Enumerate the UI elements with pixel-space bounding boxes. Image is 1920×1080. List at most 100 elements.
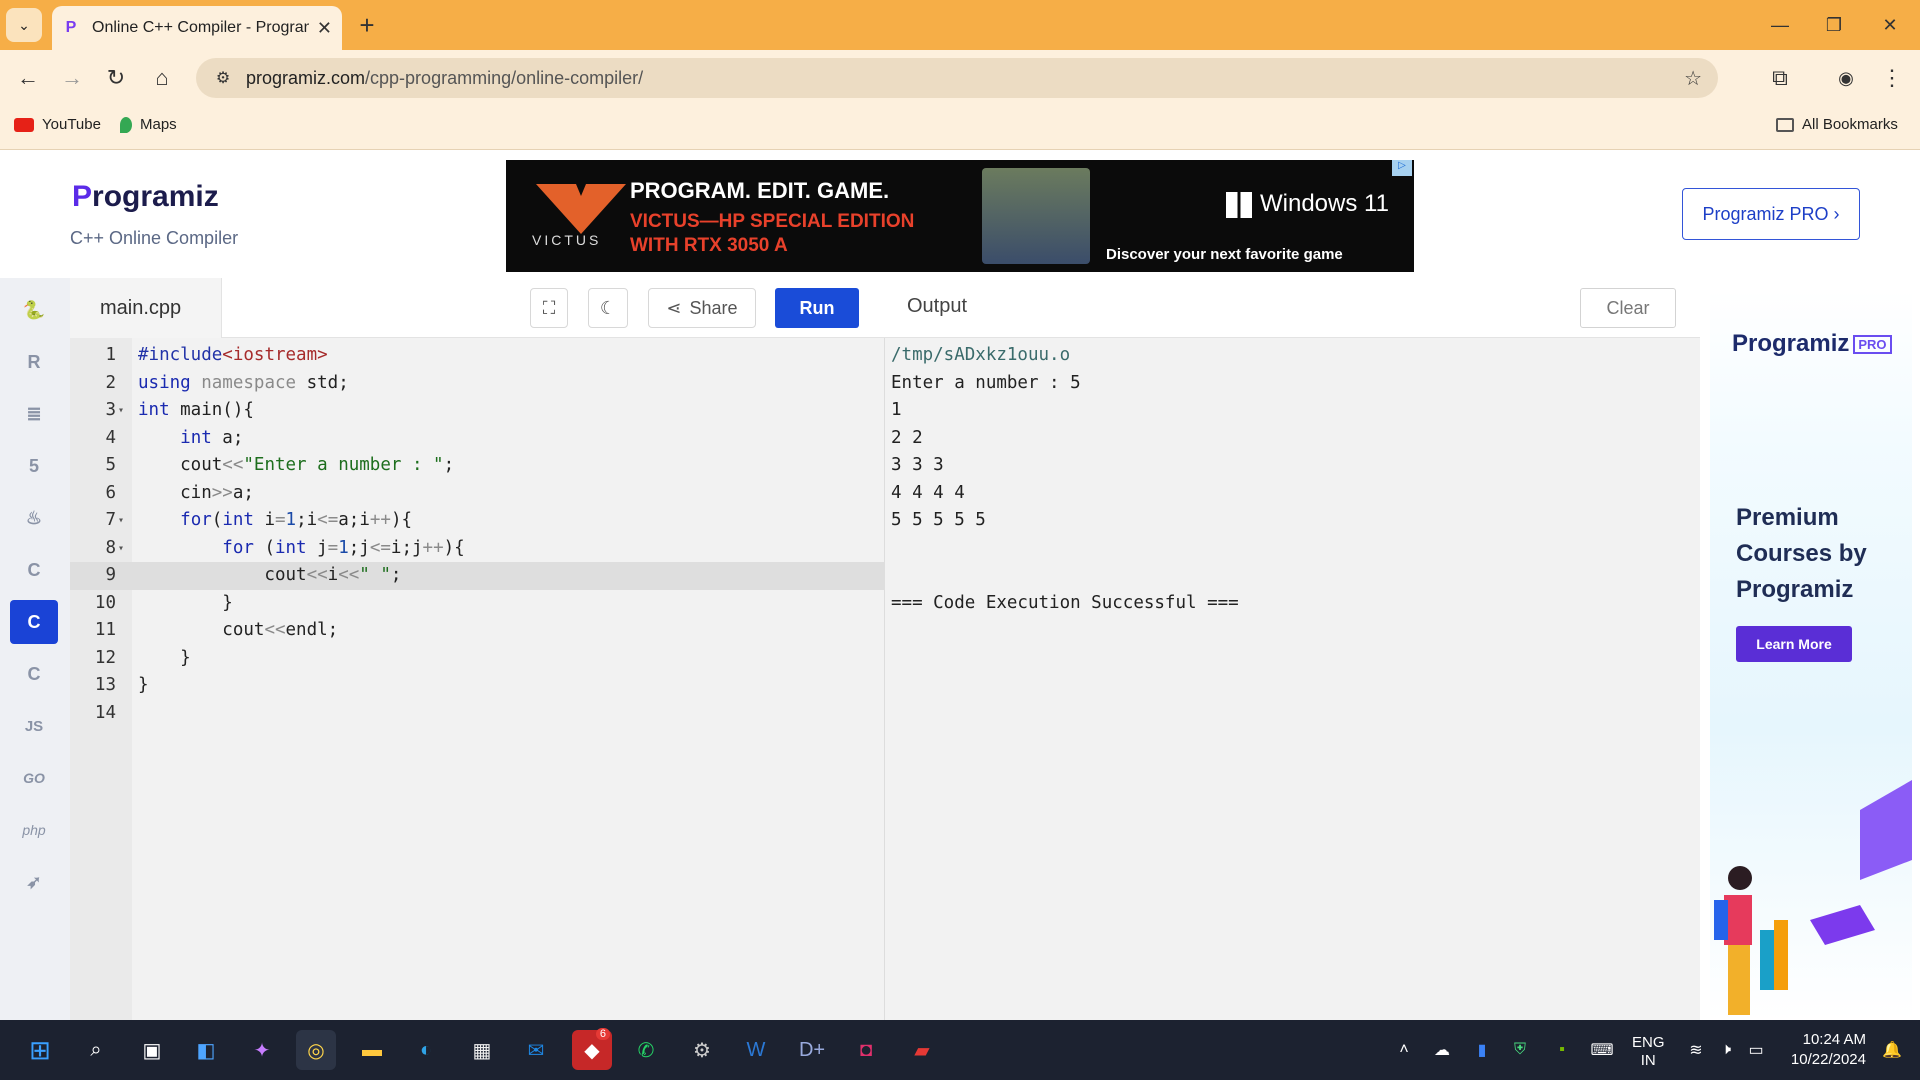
dark-mode-icon[interactable]: ☾ xyxy=(588,288,628,328)
folder-icon xyxy=(1776,117,1794,132)
adchoices-icon[interactable]: ▷ xyxy=(1392,160,1412,176)
close-tab-icon[interactable]: ✕ xyxy=(317,18,332,39)
onedrive-icon[interactable]: ☁ xyxy=(1422,1030,1462,1070)
disney-plus-icon[interactable]: D+ xyxy=(792,1030,832,1070)
language-sidebar: 🐍 R ≣ 5 ♨ C C C JS GO php ➶ xyxy=(0,278,70,1020)
browser-tab-bar: ⌄ P Online C++ Compiler - Program ✕ + — … xyxy=(0,0,1920,50)
task-view-icon[interactable]: ▣ xyxy=(132,1030,172,1070)
back-button[interactable]: ← xyxy=(12,62,44,94)
php-icon[interactable]: php xyxy=(10,808,58,852)
tab-search-button[interactable]: ⌄ xyxy=(6,8,42,42)
bookmark-maps[interactable]: Maps xyxy=(120,116,177,133)
whatsapp-icon[interactable]: ✆ xyxy=(626,1030,666,1070)
youtube-icon xyxy=(14,117,34,132)
code-area[interactable]: 1 #include<iostream> 2 using namespace std… xyxy=(70,342,885,727)
notification-bell-icon[interactable]: 🔔 xyxy=(1872,1030,1912,1070)
bookmark-star-icon[interactable]: ☆ xyxy=(1684,66,1702,91)
battery-icon[interactable]: ▭ xyxy=(1736,1030,1776,1070)
programiz-logo[interactable]: Programiz xyxy=(72,180,219,214)
sql-icon[interactable]: ≣ xyxy=(10,392,58,436)
notification-badge: 6 xyxy=(595,1028,610,1040)
search-icon[interactable]: ⌕ xyxy=(76,1030,116,1070)
bookmark-youtube[interactable]: YouTube xyxy=(14,116,101,133)
windows-text: Windows 11 xyxy=(1260,190,1389,217)
reload-button[interactable]: ↻ xyxy=(100,62,132,94)
menu-kebab-icon[interactable]: ⋮ xyxy=(1876,62,1908,94)
file-explorer-icon[interactable]: ▬ xyxy=(352,1030,392,1070)
python-icon[interactable]: 🐍 xyxy=(10,288,58,332)
bookmark-label: YouTube xyxy=(42,116,101,133)
logo-text: rogramiz xyxy=(92,180,219,213)
learn-more-button[interactable]: Learn More xyxy=(1736,626,1852,662)
output-toolbar: Output Clear xyxy=(885,278,1700,338)
ad-brand: VICTUS xyxy=(532,232,602,248)
forward-button[interactable]: → xyxy=(56,62,88,94)
site-info-icon[interactable]: ⚙ xyxy=(208,68,238,88)
restore-button[interactable]: ❐ xyxy=(1814,10,1854,40)
side-ad-headline: Premium Courses by Programiz xyxy=(1736,504,1867,603)
tray-app-icon[interactable]: ▮ xyxy=(1462,1030,1502,1070)
system-clock[interactable]: 10:24 AM 10/22/2024 xyxy=(1780,1030,1866,1070)
logo-letter: P xyxy=(72,180,93,213)
new-tab-button[interactable]: + xyxy=(352,10,382,40)
side-ad[interactable]: Programiz PRO Premium Courses by Programi… xyxy=(1710,290,1912,1020)
home-button[interactable]: ⌂ xyxy=(146,62,178,94)
java-icon[interactable]: ♨ xyxy=(10,496,58,540)
minimize-button[interactable]: — xyxy=(1760,10,1800,40)
cpp-icon[interactable]: C xyxy=(10,600,58,644)
laptop-image xyxy=(982,168,1090,264)
widgets-icon[interactable]: ◧ xyxy=(186,1030,226,1070)
instagram-icon[interactable]: ◘ xyxy=(846,1030,886,1070)
programiz-pro-button[interactable]: Programiz PRO › xyxy=(1682,188,1860,240)
tray-chevron-icon[interactable]: ˄ xyxy=(1384,1030,1424,1070)
student-illustration xyxy=(1714,780,1912,1015)
code-line: 11 cout<<endl; xyxy=(94,620,339,640)
copilot-icon[interactable]: ✦ xyxy=(242,1030,282,1070)
code-line: 13} xyxy=(94,675,149,695)
extensions-icon[interactable]: ⧉ xyxy=(1764,62,1796,94)
address-toolbar: ← → ↻ ⌂ ⚙ programiz.com/cpp-programming/… xyxy=(0,50,1920,106)
keyboard-icon[interactable]: ⌨ xyxy=(1582,1030,1622,1070)
output-console[interactable]: /tmp/sADxkz1ouu.o Enter a number : 5 1 2… xyxy=(891,342,1239,617)
forza-icon[interactable]: ▰ xyxy=(902,1030,942,1070)
ad-subline: VICTUS—HP SPECIAL EDITION WITH RTX 3050 … xyxy=(630,211,915,256)
close-window-button[interactable]: ✕ xyxy=(1870,10,1910,40)
csharp-icon[interactable]: C xyxy=(10,652,58,696)
r-icon[interactable]: R xyxy=(10,340,58,384)
code-line: 3 ▾ int main(){ xyxy=(105,400,254,420)
nvidia-icon[interactable]: ▪ xyxy=(1542,1030,1582,1070)
lang-region: IN xyxy=(1640,1052,1656,1069)
ad-banner[interactable]: VICTUS PROGRAM. EDIT. GAME. VICTUS—HP SP… xyxy=(506,160,1414,272)
code-line: 7 ▾ for(int i=1;i<=a;i++){ xyxy=(105,510,413,530)
c-icon[interactable]: C xyxy=(10,548,58,592)
settings-icon[interactable]: ⚙ xyxy=(682,1030,722,1070)
edge-icon[interactable]: ◐ xyxy=(406,1030,446,1070)
output-line: === Code Execution Successful === xyxy=(891,592,1239,613)
store-icon[interactable]: ▦ xyxy=(462,1030,502,1070)
html-icon[interactable]: 5 xyxy=(10,444,58,488)
app-with-badge-icon[interactable]: ◆ 6 xyxy=(572,1028,612,1070)
pro-tag: PRO xyxy=(1853,335,1892,355)
run-button[interactable]: Run xyxy=(775,288,859,328)
browser-tab[interactable]: P Online C++ Compiler - Program ✕ xyxy=(52,6,342,50)
word-icon[interactable]: W xyxy=(736,1030,776,1070)
url-domain: programiz.com xyxy=(246,67,366,88)
windows-start-icon[interactable]: ⊞ xyxy=(20,1030,60,1070)
output-panel: Output Clear /tmp/sADxkz1ouu.o Enter a n… xyxy=(885,278,1700,1020)
outlook-icon[interactable]: ✉ xyxy=(516,1030,556,1070)
fullscreen-icon[interactable]: ⛶ xyxy=(530,288,568,328)
lang-code: ENG xyxy=(1632,1034,1665,1051)
profile-avatar[interactable]: ◉ xyxy=(1830,62,1862,94)
defender-icon[interactable]: ⛨ xyxy=(1500,1030,1540,1070)
javascript-icon[interactable]: JS xyxy=(10,704,58,748)
chrome-icon[interactable]: ◎ xyxy=(296,1030,336,1070)
file-tab[interactable]: main.cpp xyxy=(70,278,222,338)
clear-button[interactable]: Clear xyxy=(1580,288,1676,328)
swift-icon[interactable]: ➶ xyxy=(10,860,58,904)
share-button[interactable]: ⋖ Share xyxy=(648,288,756,328)
all-bookmarks-button[interactable]: All Bookmarks xyxy=(1776,116,1898,133)
output-line: /tmp/sADxkz1ouu.o xyxy=(891,345,1071,365)
go-icon[interactable]: GO xyxy=(10,756,58,800)
language-indicator[interactable]: ENG IN xyxy=(1632,1034,1665,1070)
url-bar[interactable]: ⚙ programiz.com/cpp-programming/online-c… xyxy=(196,58,1718,98)
